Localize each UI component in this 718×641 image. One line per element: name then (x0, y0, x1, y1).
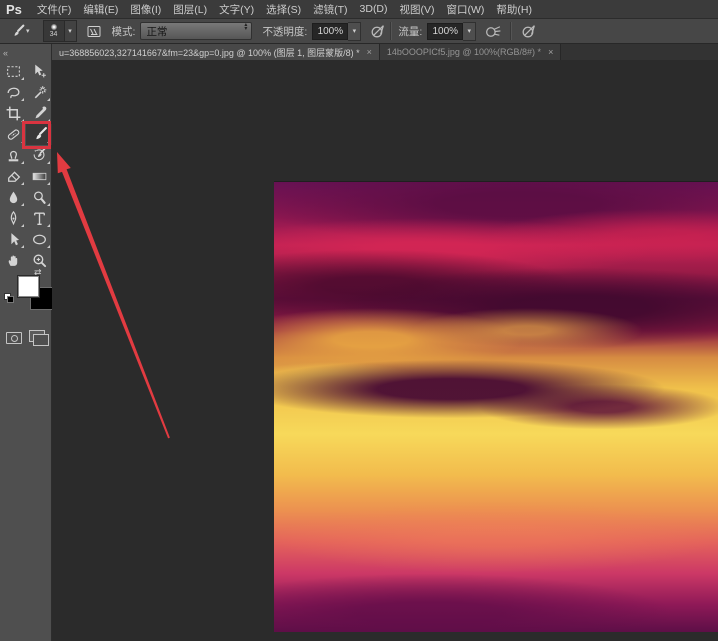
screen-mode-button[interactable] (29, 330, 49, 346)
gradient-tool[interactable] (26, 166, 52, 187)
pressure-size-icon[interactable] (520, 23, 537, 40)
toolbar-collapse-button[interactable]: « (0, 44, 51, 61)
menu-select[interactable]: 选择(S) (260, 2, 307, 17)
pen-icon (5, 210, 22, 227)
brush-preset-icon (9, 23, 26, 40)
tools-grid (0, 61, 52, 271)
eraser-icon (5, 168, 22, 185)
eyedropper-icon (31, 105, 48, 122)
quick-mask-icon (10, 334, 18, 342)
rectangular-marquee-tool[interactable] (0, 61, 26, 82)
close-icon[interactable]: × (367, 47, 372, 57)
rectangular-marquee-icon (5, 63, 22, 80)
default-colors-icon[interactable] (4, 293, 14, 303)
spinner-arrows-icon: ▴ ▾ (244, 22, 248, 32)
flow-label: 流量: (398, 25, 423, 38)
move-icon (31, 63, 48, 80)
menu-layer[interactable]: 图层(L) (167, 2, 213, 17)
menu-filter[interactable]: 滤镜(T) (307, 2, 353, 17)
menu-image[interactable]: 图像(I) (124, 2, 167, 17)
type-icon (31, 210, 48, 227)
blend-mode-value: 正常 (146, 25, 168, 38)
close-icon[interactable]: × (548, 47, 553, 57)
magic-wand-tool[interactable] (26, 82, 52, 103)
blur-drop-icon (5, 189, 22, 206)
opacity-label: 不透明度: (262, 25, 308, 38)
chevron-down-icon: ▾ (467, 27, 472, 35)
dodge-icon (31, 189, 48, 206)
opacity-input[interactable]: 100% (312, 22, 349, 40)
tab-title: u=368856023,327141667&fm=23&gp=0.jpg @ 1… (59, 47, 360, 58)
airbrush-icon[interactable] (484, 23, 502, 40)
lasso-icon (5, 84, 22, 101)
healing-brush-icon (5, 126, 22, 143)
mode-label: 模式: (111, 25, 136, 38)
tab-document-2[interactable]: 14bOOOPICf5.jpg @ 100%(RGB/8#) * × (379, 44, 562, 60)
pressure-opacity-icon[interactable] (369, 23, 386, 40)
chevron-down-icon: ▾ (26, 27, 30, 35)
brush-tip-preview[interactable]: 34 (42, 20, 65, 42)
menu-help[interactable]: 帮助(H) (490, 2, 538, 17)
eraser-tool[interactable] (0, 166, 26, 187)
path-selection-tool[interactable] (0, 229, 26, 250)
tool-preset-picker[interactable]: ▾ (6, 22, 33, 41)
ellipse-icon (31, 231, 48, 248)
blur-tool[interactable] (0, 187, 26, 208)
pen-tool[interactable] (0, 208, 26, 229)
brush-size-value: 34 (49, 31, 58, 38)
foreground-color-swatch[interactable] (17, 275, 40, 298)
menu-file[interactable]: 文件(F) (31, 2, 77, 17)
brush-tool-highlight-box (22, 121, 51, 149)
menu-view[interactable]: 视图(V) (394, 2, 441, 17)
menu-bar: Ps 文件(F) 编辑(E) 图像(I) 图层(L) 文字(Y) 选择(S) 滤… (0, 0, 718, 19)
magic-wand-icon (31, 84, 48, 101)
tab-document-1[interactable]: u=368856023,327141667&fm=23&gp=0.jpg @ 1… (52, 44, 380, 60)
brush-picker-dropdown[interactable]: ▾ (64, 20, 77, 42)
toggle-brush-panel-icon[interactable] (86, 24, 102, 39)
divider (390, 22, 393, 40)
menu-window[interactable]: 窗口(W) (441, 2, 491, 17)
dodge-tool[interactable] (26, 187, 52, 208)
type-tool[interactable] (26, 208, 52, 229)
move-tool[interactable] (26, 61, 52, 82)
blend-mode-select[interactable]: 正常 ▴ ▾ (140, 22, 253, 40)
chevron-down-icon: ▾ (352, 27, 357, 35)
tab-title: 14bOOOPICf5.jpg @ 100%(RGB/8#) * (386, 47, 542, 57)
document-tab-bar: u=368856023,327141667&fm=23&gp=0.jpg @ 1… (52, 44, 718, 60)
menu-type[interactable]: 文字(Y) (213, 2, 260, 17)
crop-icon (5, 105, 22, 122)
clone-stamp-icon (5, 147, 22, 164)
selection-arrow-icon (5, 231, 22, 248)
opacity-dropdown[interactable]: ▾ (348, 21, 362, 41)
ellipse-shape-tool[interactable] (26, 229, 52, 250)
history-brush-icon (31, 147, 48, 164)
brush-tip-icon (50, 24, 57, 30)
divider (510, 22, 513, 40)
color-swatches: ⇄ (0, 267, 53, 323)
flow-input[interactable]: 100% (427, 22, 464, 40)
gradient-icon (31, 168, 48, 185)
flow-dropdown[interactable]: ▾ (463, 21, 477, 41)
menu-3d[interactable]: 3D(D) (354, 3, 394, 15)
chevron-down-icon: ▾ (68, 27, 72, 35)
menu-edit[interactable]: 编辑(E) (77, 2, 124, 17)
lasso-tool[interactable] (0, 82, 26, 103)
quick-mask-mode-button[interactable] (6, 332, 22, 344)
sunset-photo-canvas[interactable] (274, 181, 718, 632)
tool-options-bar: ▾ 34 ▾ 模式: 正常 ▴ ▾ 不透明度: 100% ▾ 流量: 100% ▾ (0, 19, 718, 44)
photoshop-logo: Ps (6, 1, 22, 17)
